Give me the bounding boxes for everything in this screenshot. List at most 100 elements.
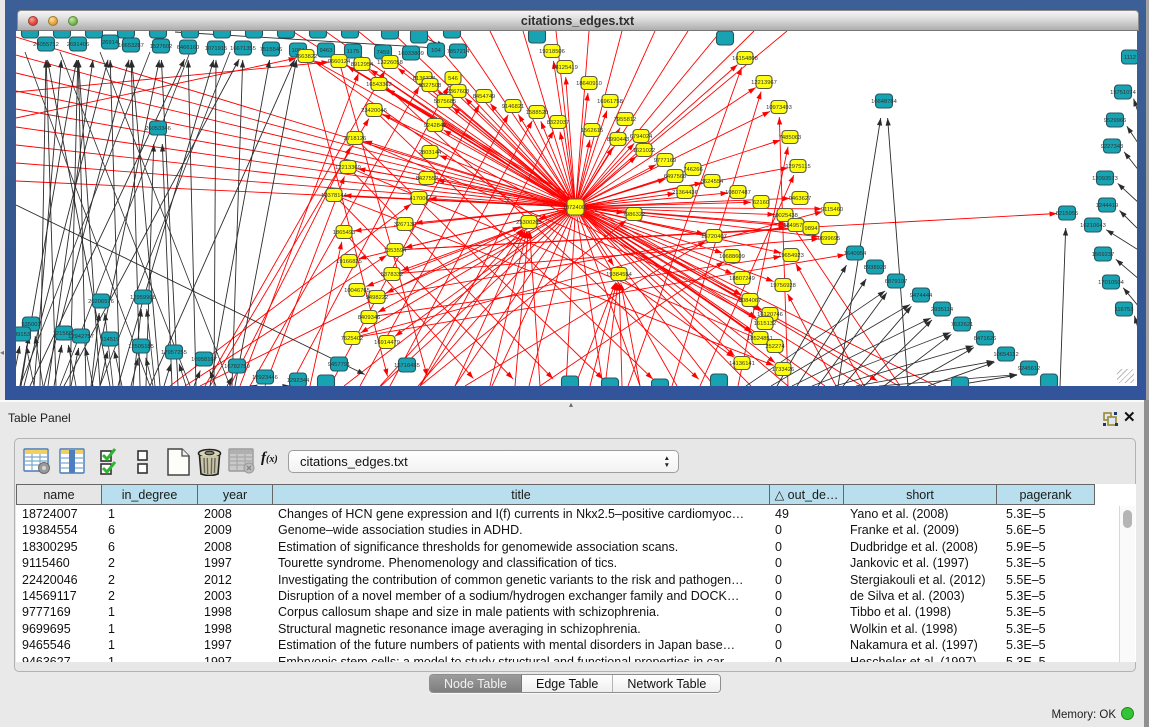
svg-text:1527602: 1527602 bbox=[150, 44, 173, 50]
svg-text:9084067: 9084067 bbox=[739, 298, 762, 304]
svg-text:8912954: 8912954 bbox=[351, 62, 374, 68]
svg-text:10807487: 10807487 bbox=[725, 190, 751, 196]
svg-text:114519: 114519 bbox=[101, 337, 120, 343]
svg-text:3267130: 3267130 bbox=[394, 222, 417, 228]
svg-text:12213369: 12213369 bbox=[335, 165, 361, 171]
svg-text:9242848: 9242848 bbox=[424, 123, 447, 129]
svg-text:7515546: 7515546 bbox=[260, 47, 283, 53]
svg-text:16961758: 16961758 bbox=[597, 99, 623, 105]
svg-text:15716485: 15716485 bbox=[394, 363, 420, 369]
svg-text:16648784: 16648784 bbox=[871, 99, 898, 105]
svg-text:5875685: 5875685 bbox=[434, 99, 457, 105]
svg-text:2803144: 2803144 bbox=[419, 150, 442, 156]
svg-text:9894: 9894 bbox=[805, 226, 819, 232]
svg-text:13125419: 13125419 bbox=[552, 65, 578, 71]
svg-text:1562615: 1562615 bbox=[581, 128, 604, 134]
svg-text:15720407: 15720407 bbox=[701, 234, 727, 240]
svg-text:1865493: 1865493 bbox=[333, 230, 356, 236]
svg-text:16782759: 16782759 bbox=[224, 364, 250, 370]
svg-text:7857214: 7857214 bbox=[447, 49, 470, 55]
svg-text:16543362: 16543362 bbox=[366, 82, 392, 88]
svg-text:9327508: 9327508 bbox=[419, 83, 442, 89]
svg-text:10654112: 10654112 bbox=[993, 352, 1018, 358]
svg-text:116753: 116753 bbox=[1115, 307, 1134, 313]
svg-text:8938923: 8938923 bbox=[864, 265, 887, 271]
svg-text:62160: 62160 bbox=[753, 200, 769, 206]
svg-text:16914479: 16914479 bbox=[374, 340, 400, 346]
svg-text:8322037: 8322037 bbox=[547, 120, 570, 126]
svg-text:9474444: 9474444 bbox=[910, 293, 933, 299]
svg-text:16033809: 16033809 bbox=[398, 51, 424, 57]
svg-text:6466160: 6466160 bbox=[177, 45, 200, 51]
svg-text:9498222: 9498222 bbox=[366, 295, 389, 301]
svg-text:7485063: 7485063 bbox=[779, 135, 802, 141]
svg-text:17010504: 17010504 bbox=[1098, 280, 1125, 286]
svg-text:12959908: 12959908 bbox=[130, 295, 156, 301]
svg-text:9146821: 9146821 bbox=[502, 104, 525, 110]
svg-text:2718126: 2718126 bbox=[344, 136, 367, 142]
svg-text:1292344: 1292344 bbox=[287, 378, 310, 384]
svg-text:10973493: 10973493 bbox=[766, 105, 792, 111]
svg-text:7625402: 7625402 bbox=[341, 336, 364, 342]
svg-text:7955812: 7955812 bbox=[614, 117, 637, 123]
svg-text:16671355: 16671355 bbox=[230, 46, 256, 52]
svg-text:1244419: 1244419 bbox=[1096, 203, 1119, 209]
svg-text:24055712: 24055712 bbox=[33, 42, 59, 48]
svg-text:26914: 26914 bbox=[102, 40, 119, 46]
svg-text:3624554: 3624554 bbox=[701, 179, 724, 185]
svg-text:1621022: 1621022 bbox=[633, 148, 656, 154]
svg-text:1615132: 1615132 bbox=[754, 321, 777, 327]
svg-text:19218506: 19218506 bbox=[539, 49, 565, 55]
svg-text:19756928: 19756928 bbox=[770, 283, 796, 289]
svg-text:10046765: 10046765 bbox=[344, 288, 370, 294]
svg-text:10958167: 10958167 bbox=[191, 357, 217, 363]
svg-text:16210643: 16210643 bbox=[1080, 223, 1106, 229]
svg-text:8215955: 8215955 bbox=[1056, 211, 1079, 217]
svg-text:2935114: 2935114 bbox=[931, 307, 954, 313]
svg-text:10653287: 10653287 bbox=[118, 43, 144, 49]
svg-text:8471626: 8471626 bbox=[974, 336, 997, 342]
svg-text:23420046: 23420046 bbox=[361, 108, 387, 114]
svg-text:252274: 252274 bbox=[765, 344, 785, 350]
svg-text:1733426: 1733426 bbox=[772, 367, 795, 373]
svg-text:18640910: 18640910 bbox=[576, 81, 602, 87]
svg-text:7663822: 7663822 bbox=[295, 54, 318, 60]
svg-text:18807249: 18807249 bbox=[729, 276, 755, 282]
svg-text:8990443: 8990443 bbox=[607, 137, 630, 143]
svg-text:746266: 746266 bbox=[683, 167, 702, 173]
svg-text:5378332: 5378332 bbox=[381, 272, 404, 278]
svg-text:9457791: 9457791 bbox=[328, 362, 351, 368]
svg-text:9463627: 9463627 bbox=[789, 196, 812, 202]
svg-text:12213967: 12213967 bbox=[751, 80, 777, 86]
svg-text:12093573: 12093573 bbox=[1092, 176, 1118, 182]
svg-text:9660124: 9660124 bbox=[328, 59, 351, 65]
svg-text:8427552: 8427552 bbox=[416, 176, 439, 182]
svg-text:1175: 1175 bbox=[347, 49, 359, 55]
svg-text:19654923: 19654923 bbox=[778, 253, 804, 259]
svg-text:6794024: 6794024 bbox=[630, 134, 653, 140]
svg-text:9463: 9463 bbox=[320, 48, 333, 54]
svg-text:1588520: 1588520 bbox=[526, 110, 549, 116]
svg-text:9227343: 9227343 bbox=[1101, 144, 1124, 150]
svg-text:10378144: 10378144 bbox=[321, 193, 348, 199]
svg-text:13226058: 13226058 bbox=[377, 60, 403, 66]
svg-text:19384554: 19384554 bbox=[606, 272, 633, 278]
svg-text:6497568: 6497568 bbox=[664, 174, 687, 180]
svg-text:1112: 1112 bbox=[1124, 55, 1136, 61]
svg-text:7986322: 7986322 bbox=[623, 212, 646, 218]
svg-text:9529966: 9529966 bbox=[1104, 118, 1127, 124]
svg-text:12505185: 12505185 bbox=[128, 344, 154, 350]
svg-text:8454749: 8454749 bbox=[473, 94, 496, 100]
svg-text:17957255: 17957255 bbox=[161, 350, 187, 356]
svg-text:19166825: 19166825 bbox=[336, 259, 362, 265]
svg-text:2691406: 2691406 bbox=[67, 42, 90, 48]
svg-text:1071915: 1071915 bbox=[205, 46, 228, 52]
svg-text:21364436: 21364436 bbox=[672, 190, 698, 196]
svg-text:18724007: 18724007 bbox=[563, 205, 589, 211]
svg-text:10688609: 10688609 bbox=[719, 254, 745, 260]
svg-text:7632621: 7632621 bbox=[951, 322, 974, 328]
svg-text:14136141: 14136141 bbox=[729, 361, 755, 367]
svg-text:39153: 39153 bbox=[16, 332, 30, 338]
svg-text:104: 104 bbox=[431, 48, 441, 54]
svg-text:12923446: 12923446 bbox=[252, 375, 278, 381]
